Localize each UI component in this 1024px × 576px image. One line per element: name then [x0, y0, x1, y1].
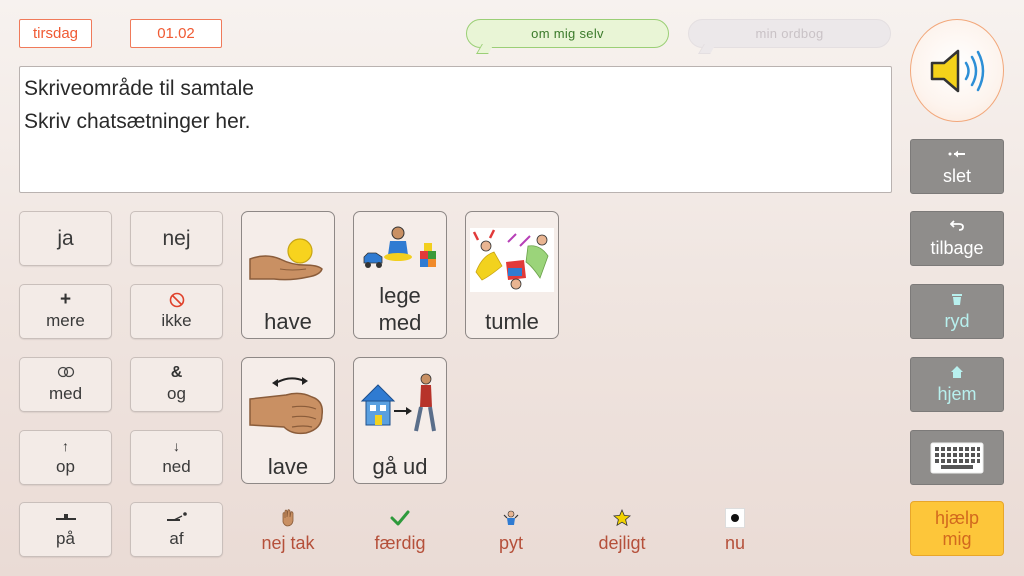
help-button[interactable]: hjælp mig	[910, 501, 1004, 556]
now-button[interactable]: nu	[685, 502, 785, 558]
text-line-1: Skriveområde til samtale	[24, 77, 254, 100]
card-tumle[interactable]: tumle	[465, 211, 559, 339]
on-surface-icon	[55, 510, 77, 528]
trash-icon	[951, 292, 963, 310]
lovely-label: dejligt	[598, 533, 646, 553]
undo-icon	[949, 219, 964, 237]
down-label: ned	[162, 456, 191, 476]
child-playing-toys-icon	[354, 212, 446, 282]
card-have-label: have	[264, 309, 312, 334]
never-mind-button[interactable]: pyt	[461, 502, 561, 558]
help-label: hjælp mig	[934, 507, 980, 549]
yes-label: ja	[57, 226, 74, 250]
on-label: på	[56, 528, 75, 548]
speech-tail	[476, 44, 494, 54]
day-label: tirsdag	[19, 19, 92, 48]
not-label: ikke	[161, 310, 192, 330]
hand-holding-ball-icon	[242, 212, 334, 308]
linked-rings-icon	[56, 365, 76, 383]
card-tumle-label: tumle	[485, 309, 539, 334]
star-icon	[613, 505, 631, 531]
down-button[interactable]: ↓ ned	[130, 430, 223, 485]
arrow-down-icon: ↓	[173, 437, 180, 454]
clear-button[interactable]: ryd	[910, 284, 1004, 339]
card-gaa-ud[interactable]: gå ud	[353, 357, 447, 484]
more-button[interactable]: + mere	[19, 284, 112, 339]
no-thanks-label: nej tak	[261, 533, 315, 553]
backspace-icon	[948, 147, 966, 165]
speaker-icon	[930, 49, 985, 92]
arrow-up-icon: ↑	[62, 437, 69, 454]
keyboard-button[interactable]	[910, 430, 1004, 485]
card-lave[interactable]: lave	[241, 357, 335, 484]
about-me-label: om mig selv	[531, 26, 604, 41]
no-button[interactable]: nej	[130, 211, 223, 266]
not-button[interactable]: ikke	[130, 284, 223, 339]
off-button[interactable]: af	[130, 502, 223, 557]
text-line-2: Skriv chatsætninger her.	[24, 110, 251, 133]
no-thanks-button[interactable]: nej tak	[238, 502, 338, 558]
speech-tail	[698, 44, 716, 54]
up-button[interactable]: ↑ op	[19, 430, 112, 485]
yes-button[interactable]: ja	[19, 211, 112, 266]
card-have[interactable]: have	[241, 211, 335, 339]
card-gaa-ud-label: gå ud	[372, 454, 428, 479]
off-label: af	[169, 528, 184, 548]
my-dictionary-label: min ordbog	[755, 26, 824, 41]
clear-label: ryd	[944, 310, 970, 331]
shrug-person-icon	[502, 505, 520, 531]
with-button[interactable]: med	[19, 357, 112, 412]
raised-hand-icon	[280, 505, 296, 531]
plus-icon: +	[59, 288, 72, 310]
and-button[interactable]: & og	[130, 357, 223, 412]
speak-button[interactable]	[910, 19, 1004, 122]
undo-button[interactable]: tilbage	[910, 211, 1004, 266]
conversation-text-area[interactable]: Skriveområde til samtale Skriv chatsætni…	[19, 66, 892, 193]
home-button[interactable]: hjem	[910, 357, 1004, 412]
done-label: færdig	[374, 533, 426, 553]
home-label: hjem	[937, 383, 977, 404]
card-lege-med[interactable]: lege med	[353, 211, 447, 339]
undo-label: tilbage	[930, 237, 984, 258]
dot-icon	[725, 505, 745, 531]
home-icon	[950, 365, 964, 383]
off-surface-icon	[166, 510, 188, 528]
keyboard-icon	[930, 442, 984, 473]
about-me-button[interactable]: om mig selv	[466, 19, 669, 54]
and-label: og	[167, 383, 186, 403]
no-entry-icon	[169, 292, 185, 310]
no-label: nej	[162, 226, 191, 250]
up-label: op	[56, 456, 75, 476]
with-label: med	[48, 383, 83, 403]
card-lave-label: lave	[267, 454, 309, 479]
delete-button[interactable]: slet	[910, 139, 1004, 194]
more-label: mere	[46, 310, 85, 330]
now-label: nu	[724, 533, 746, 553]
on-button[interactable]: på	[19, 502, 112, 557]
done-button[interactable]: færdig	[350, 502, 450, 558]
checkmark-icon	[390, 505, 410, 531]
my-dictionary-button[interactable]: min ordbog	[688, 19, 891, 54]
children-tumbling-icon	[466, 212, 558, 308]
never-mind-label: pyt	[498, 533, 523, 553]
date-label: 01.02	[130, 19, 222, 48]
delete-label: slet	[942, 165, 971, 186]
lovely-button[interactable]: dejligt	[572, 502, 672, 558]
walk-out-of-house-icon	[354, 358, 446, 453]
ampersand-icon: &	[170, 363, 183, 381]
fist-action-icon	[242, 358, 334, 453]
card-lege-med-label: lege med	[378, 283, 422, 335]
